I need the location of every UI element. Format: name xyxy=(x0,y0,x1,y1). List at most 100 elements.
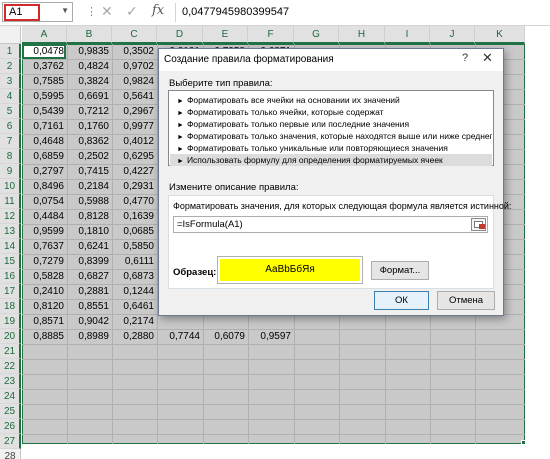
cell-a1[interactable]: 0,0478 xyxy=(22,44,67,59)
cell-c7[interactable]: 0,4012 xyxy=(112,134,157,149)
cell-a8[interactable]: 0,6859 xyxy=(22,149,67,164)
row-header-16[interactable]: 16 xyxy=(0,269,21,284)
rule-type-list[interactable]: ► Форматировать все ячейки на основании и… xyxy=(168,90,494,166)
cell-c18[interactable]: 0,6461 xyxy=(112,299,157,314)
cell-c15[interactable]: 0,6111 xyxy=(112,254,157,269)
cell-c16[interactable]: 0,6873 xyxy=(112,269,157,284)
cell-c12[interactable]: 0,1639 xyxy=(112,209,157,224)
cell-c5[interactable]: 0,2967 xyxy=(112,104,157,119)
cell-b7[interactable]: 0,8362 xyxy=(67,134,112,149)
row-header-9[interactable]: 9 xyxy=(0,164,21,179)
cell-b13[interactable]: 0,1810 xyxy=(67,224,112,239)
cell-b11[interactable]: 0,5988 xyxy=(67,194,112,209)
cell-a6[interactable]: 0,7161 xyxy=(22,119,67,134)
row-header-3[interactable]: 3 xyxy=(0,74,21,89)
row-header-15[interactable]: 15 xyxy=(0,254,21,269)
cell-b2[interactable]: 0,4824 xyxy=(67,59,112,74)
cell-a20[interactable]: 0,8885 xyxy=(22,329,67,344)
row-header-20[interactable]: 20 xyxy=(0,329,21,344)
dialog-titlebar[interactable]: Создание правила форматирования ? ✕ xyxy=(159,49,503,71)
row-header-4[interactable]: 4 xyxy=(0,89,21,104)
column-header-a[interactable]: A xyxy=(22,26,67,44)
format-button[interactable]: Формат... xyxy=(371,261,429,280)
column-header-b[interactable]: B xyxy=(67,26,112,44)
row-header-24[interactable]: 24 xyxy=(0,389,21,404)
row-header-19[interactable]: 19 xyxy=(0,314,21,329)
cell-b18[interactable]: 0,8551 xyxy=(67,299,112,314)
cell-d20[interactable]: 0,7744 xyxy=(157,329,203,344)
cell-c2[interactable]: 0,9702 xyxy=(112,59,157,74)
cell-b6[interactable]: 0,1760 xyxy=(67,119,112,134)
row-header-5[interactable]: 5 xyxy=(0,104,21,119)
cell-b12[interactable]: 0,8128 xyxy=(67,209,112,224)
enter-edit-icon[interactable]: ✓ xyxy=(126,3,138,20)
insert-function-icon[interactable]: fx xyxy=(152,3,164,18)
cell-b5[interactable]: 0,7212 xyxy=(67,104,112,119)
formula-input[interactable]: 0,0477945980399547 xyxy=(178,3,548,22)
select-all-corner[interactable] xyxy=(0,26,21,44)
cell-a18[interactable]: 0,8120 xyxy=(22,299,67,314)
column-header-i[interactable]: I xyxy=(385,26,430,44)
name-box[interactable]: A1 ▼ xyxy=(2,2,73,22)
cell-a10[interactable]: 0,8496 xyxy=(22,179,67,194)
rule-type-item[interactable]: ► Форматировать только уникальные или пов… xyxy=(170,142,492,154)
cell-c20[interactable]: 0,2880 xyxy=(112,329,157,344)
row-header-1[interactable]: 1 xyxy=(0,44,21,59)
cell-c19[interactable]: 0,2174 xyxy=(112,314,157,329)
row-header-22[interactable]: 22 xyxy=(0,359,21,374)
cell-c6[interactable]: 0,9977 xyxy=(112,119,157,134)
cell-b10[interactable]: 0,2184 xyxy=(67,179,112,194)
cell-b19[interactable]: 0,9042 xyxy=(67,314,112,329)
column-header-e[interactable]: E xyxy=(203,26,248,44)
column-header-k[interactable]: K xyxy=(475,26,525,44)
cell-a4[interactable]: 0,5995 xyxy=(22,89,67,104)
cell-a11[interactable]: 0,0754 xyxy=(22,194,67,209)
row-header-26[interactable]: 26 xyxy=(0,419,21,434)
row-header-10[interactable]: 10 xyxy=(0,179,21,194)
cell-a3[interactable]: 0,7585 xyxy=(22,74,67,89)
row-header-12[interactable]: 12 xyxy=(0,209,21,224)
rule-type-item[interactable]: ► Форматировать все ячейки на основании и… xyxy=(170,94,492,106)
cancel-button[interactable]: Отмена xyxy=(437,291,495,310)
row-header-17[interactable]: 17 xyxy=(0,284,21,299)
cell-a15[interactable]: 0,7279 xyxy=(22,254,67,269)
help-icon[interactable]: ? xyxy=(462,52,468,64)
rule-type-item[interactable]: ► Форматировать только ячейки, которые со… xyxy=(170,106,492,118)
row-header-23[interactable]: 23 xyxy=(0,374,21,389)
row-header-11[interactable]: 11 xyxy=(0,194,21,209)
column-header-d[interactable]: D xyxy=(157,26,203,44)
cell-b20[interactable]: 0,8989 xyxy=(67,329,112,344)
column-header-g[interactable]: G xyxy=(294,26,339,44)
cell-b17[interactable]: 0,2881 xyxy=(67,284,112,299)
cell-b4[interactable]: 0,6691 xyxy=(67,89,112,104)
cell-e20[interactable]: 0,6079 xyxy=(203,329,248,344)
cell-c8[interactable]: 0,6295 xyxy=(112,149,157,164)
cell-b8[interactable]: 0,2502 xyxy=(67,149,112,164)
cell-a12[interactable]: 0,4484 xyxy=(22,209,67,224)
chevron-down-icon[interactable]: ▼ xyxy=(61,6,69,15)
cell-c1[interactable]: 0,3502 xyxy=(112,44,157,59)
cell-a17[interactable]: 0,2410 xyxy=(22,284,67,299)
cell-f20[interactable]: 0,9597 xyxy=(248,329,294,344)
cancel-edit-icon[interactable]: ✕ xyxy=(101,3,113,20)
row-header-6[interactable]: 6 xyxy=(0,119,21,134)
close-icon[interactable]: ✕ xyxy=(482,50,493,66)
cell-a16[interactable]: 0,5828 xyxy=(22,269,67,284)
range-picker-icon[interactable] xyxy=(471,218,486,231)
fill-handle[interactable] xyxy=(521,440,526,445)
cell-a14[interactable]: 0,7637 xyxy=(22,239,67,254)
row-header-2[interactable]: 2 xyxy=(0,59,21,74)
column-header-h[interactable]: H xyxy=(339,26,385,44)
column-header-j[interactable]: J xyxy=(430,26,475,44)
row-header-27[interactable]: 27 xyxy=(0,434,21,449)
rule-formula-input[interactable]: =IsFormula(A1) xyxy=(173,216,488,233)
row-header-28[interactable]: 28 xyxy=(0,449,21,459)
cell-b16[interactable]: 0,6827 xyxy=(67,269,112,284)
cell-c13[interactable]: 0,0685 xyxy=(112,224,157,239)
cell-b9[interactable]: 0,7415 xyxy=(67,164,112,179)
cell-a5[interactable]: 0,5439 xyxy=(22,104,67,119)
column-header-f[interactable]: F xyxy=(248,26,294,44)
cell-a19[interactable]: 0,8571 xyxy=(22,314,67,329)
row-header-7[interactable]: 7 xyxy=(0,134,21,149)
cell-b1[interactable]: 0,9835 xyxy=(67,44,112,59)
